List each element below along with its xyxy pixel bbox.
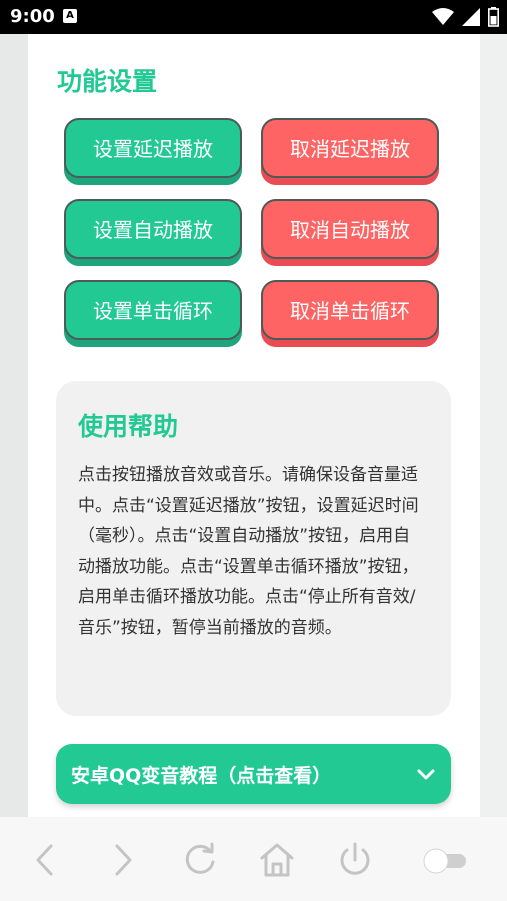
set-click-loop-button[interactable]: 设置单击循环: [64, 280, 242, 340]
help-box: 使用帮助 点击按钮播放音效或音乐。请确保设备音量适中。点击“设置延迟播放”按钮，…: [56, 381, 451, 716]
battery-icon: [488, 7, 499, 27]
chevron-down-icon: [417, 769, 435, 780]
cancel-auto-play-button[interactable]: 取消自动播放: [261, 199, 439, 259]
tutorial-label: 安卓QQ变音教程（点击查看）: [71, 765, 332, 787]
back-icon[interactable]: [26, 840, 66, 880]
toggle-switch[interactable]: [420, 846, 470, 876]
set-auto-play-button[interactable]: 设置自动播放: [64, 199, 242, 259]
signal-icon: [462, 8, 480, 26]
cancel-click-loop-button[interactable]: 取消单击循环: [261, 280, 439, 340]
home-icon[interactable]: [257, 840, 297, 880]
tutorial-dropdown[interactable]: 安卓QQ变音教程（点击查看）: [56, 744, 451, 804]
main-card: 功能设置 设置延迟播放 取消延迟播放 设置自动播放 取消自动播放 设置单击循环 …: [28, 34, 480, 817]
help-title: 使用帮助: [78, 412, 179, 441]
forward-icon[interactable]: [102, 840, 142, 880]
a-icon: A: [63, 9, 77, 23]
settings-title: 功能设置: [57, 67, 158, 96]
cancel-delay-play-button[interactable]: 取消延迟播放: [261, 118, 439, 178]
refresh-icon[interactable]: [180, 840, 220, 880]
wifi-icon: [432, 8, 454, 25]
status-icons: [432, 7, 499, 27]
power-icon[interactable]: [335, 840, 375, 880]
side-margin-left: [0, 34, 28, 817]
status-time: 9:00: [10, 6, 55, 27]
help-text: 点击按钮播放音效或音乐。请确保设备音量适中。点击“设置延迟播放”按钮，设置延迟时…: [78, 465, 419, 638]
status-bar: 9:00 A: [0, 0, 507, 34]
set-delay-play-button[interactable]: 设置延迟播放: [64, 118, 242, 178]
side-margin-right: [480, 34, 507, 817]
bottom-nav: [0, 817, 507, 901]
